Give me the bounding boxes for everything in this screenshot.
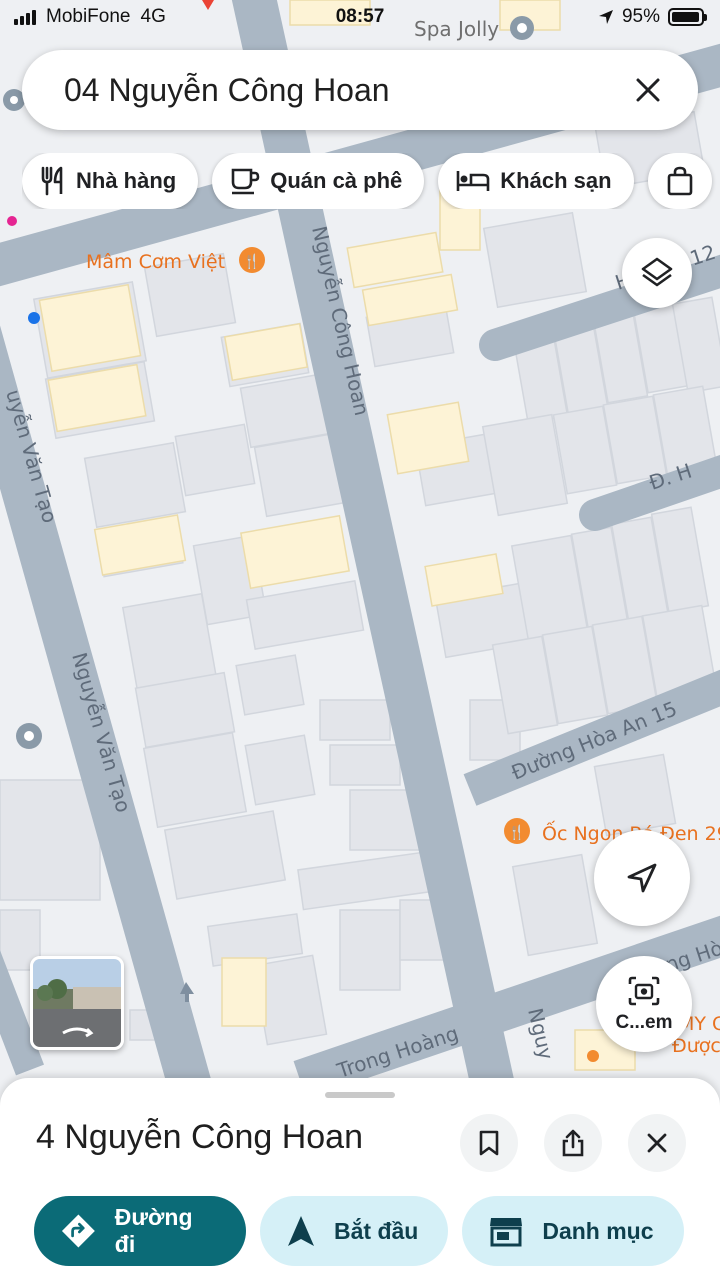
coffee-icon [231,168,260,195]
my-location-button[interactable] [594,830,690,926]
lens-button[interactable]: C...em [596,956,692,1052]
directions-icon [61,1214,95,1248]
layers-icon [641,257,673,287]
share-icon [562,1129,584,1157]
close-icon[interactable] [628,70,668,110]
navigation-arrow-icon [288,1216,314,1246]
storefront-icon [490,1218,523,1247]
bookmark-icon [479,1130,499,1156]
chip-hotels[interactable]: Khách sạn [438,153,634,209]
directions-label: Đường đi [114,1204,193,1257]
svg-text:🍴: 🍴 [508,824,525,841]
close-icon [647,1133,667,1153]
restaurant-icon [41,166,63,196]
place-title: 4 Nguyễn Công Hoan [36,1118,364,1156]
shopping-bag-icon [667,166,692,196]
navigation-arrow-icon [627,863,657,893]
poi-label-mam-com: Mâm Cơm Việt [86,251,225,273]
category-button[interactable]: Danh mục [462,1196,684,1266]
category-chips: Nhà hàng Quán cà phê Khách sạn [22,153,720,209]
start-button[interactable]: Bắt đầu [260,1196,449,1266]
battery-percent: 95% [621,6,660,27]
search-query[interactable]: 04 Nguyễn Công Hoan [64,72,628,109]
battery-icon [668,8,707,26]
location-arrow-icon [598,10,613,24]
svg-text:🍴: 🍴 [243,253,260,270]
chip-label: Khách sạn [500,168,612,193]
close-sheet-button[interactable] [628,1114,686,1172]
poi-dot-pink [7,216,17,226]
place-actions: Đường đi Bắt đầu Danh mục [34,1196,720,1266]
chip-label: Quán cà phê [270,168,403,193]
camera-lens-icon [628,976,660,1006]
category-label: Danh mục [542,1217,654,1244]
start-label: Bắt đầu [334,1217,419,1244]
drag-handle[interactable] [325,1092,395,1098]
status-bar: MobiFone 4G 08:57 95% [0,0,720,38]
save-button[interactable] [460,1114,518,1172]
chip-shopping[interactable] [647,153,712,209]
place-bottom-sheet[interactable]: 4 Nguyễn Công Hoan Đường đi Bắt đầu Danh… [0,1078,720,1280]
directions-button[interactable]: Đường đi [34,1196,246,1266]
chip-coffee[interactable]: Quán cà phê [212,153,425,209]
chip-label: Nhà hàng [76,168,177,193]
street-view-image [33,959,121,1047]
search-bar[interactable]: 04 Nguyễn Công Hoan [22,50,698,130]
street-view-thumbnail[interactable] [30,956,124,1050]
share-button[interactable] [544,1114,602,1172]
lens-label: C...em [615,1012,673,1033]
chip-restaurants[interactable]: Nhà hàng [22,153,199,209]
poi-dot-blue [28,312,40,324]
hotel-icon [456,171,490,191]
layers-button[interactable] [622,238,692,308]
poi-label-duoc: Được [672,1035,720,1057]
